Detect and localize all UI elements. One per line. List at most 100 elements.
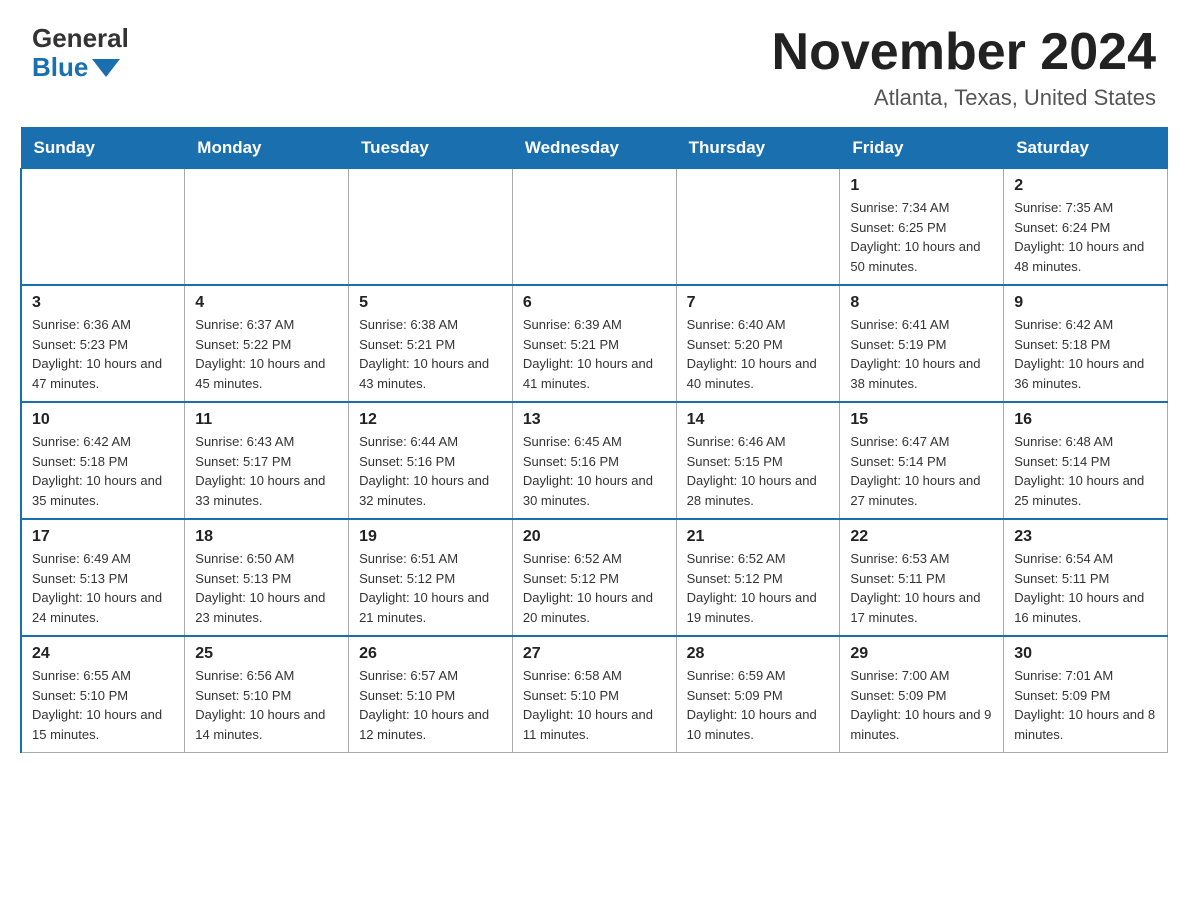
day-info: Sunrise: 6:54 AMSunset: 5:11 PMDaylight:… xyxy=(1014,549,1157,627)
day-number: 20 xyxy=(523,528,666,546)
logo-blue-text: Blue xyxy=(32,53,120,82)
day-info: Sunrise: 6:45 AMSunset: 5:16 PMDaylight:… xyxy=(523,432,666,510)
calendar-cell xyxy=(21,169,185,286)
day-number: 14 xyxy=(687,411,830,429)
calendar-cell: 4Sunrise: 6:37 AMSunset: 5:22 PMDaylight… xyxy=(185,285,349,402)
day-number: 2 xyxy=(1014,177,1157,195)
calendar-week-row: 10 Sunrise: 6:42 AMSunset: 5:18 PMDayligh… xyxy=(21,402,1168,519)
calendar-cell: 1Sunrise: 7:34 AMSunset: 6:25 PMDaylight… xyxy=(840,169,1004,286)
day-info: Sunrise: 6:49 AMSunset: 5:13 PMDaylight:… xyxy=(32,549,174,627)
day-number: 21 xyxy=(687,528,830,546)
day-number: 30 xyxy=(1014,645,1157,663)
calendar-cell xyxy=(185,169,349,286)
day-info: Sunrise: 6:43 AMSunset: 5:17 PMDaylight:… xyxy=(195,432,338,510)
calendar-week-row: 1Sunrise: 7:34 AMSunset: 6:25 PMDaylight… xyxy=(21,169,1168,286)
calendar-cell: 24 Sunrise: 6:55 AMSunset: 5:10 PMDayligh… xyxy=(21,636,185,753)
logo-general-text: General xyxy=(32,24,129,53)
day-info: Sunrise: 6:57 AMSunset: 5:10 PMDaylight:… xyxy=(359,666,502,744)
weekday-header-saturday: Saturday xyxy=(1004,128,1168,169)
day-info: Sunrise: 6:40 AMSunset: 5:20 PMDaylight:… xyxy=(687,315,830,393)
day-info: Sunrise: 6:47 AMSunset: 5:14 PMDaylight:… xyxy=(850,432,993,510)
location-title: Atlanta, Texas, United States xyxy=(772,85,1156,111)
day-info: Sunrise: 6:53 AMSunset: 5:11 PMDaylight:… xyxy=(850,549,993,627)
day-number: 26 xyxy=(359,645,502,663)
day-number: 27 xyxy=(523,645,666,663)
day-info: Sunrise: 6:42 AMSunset: 5:18 PMDaylight:… xyxy=(32,432,174,510)
calendar-cell: 23 Sunrise: 6:54 AMSunset: 5:11 PMDayligh… xyxy=(1004,519,1168,636)
weekday-header-sunday: Sunday xyxy=(21,128,185,169)
day-number: 10 xyxy=(32,411,174,429)
weekday-header-row: SundayMondayTuesdayWednesdayThursdayFrid… xyxy=(21,128,1168,169)
day-info: Sunrise: 6:56 AMSunset: 5:10 PMDaylight:… xyxy=(195,666,338,744)
weekday-header-tuesday: Tuesday xyxy=(349,128,513,169)
day-info: Sunrise: 6:51 AMSunset: 5:12 PMDaylight:… xyxy=(359,549,502,627)
calendar-cell: 13 Sunrise: 6:45 AMSunset: 5:16 PMDayligh… xyxy=(512,402,676,519)
calendar-cell: 29 Sunrise: 7:00 AMSunset: 5:09 PMDayligh… xyxy=(840,636,1004,753)
calendar-cell: 15 Sunrise: 6:47 AMSunset: 5:14 PMDayligh… xyxy=(840,402,1004,519)
title-section: November 2024 Atlanta, Texas, United Sta… xyxy=(772,24,1156,111)
calendar-cell: 7 Sunrise: 6:40 AMSunset: 5:20 PMDaylight… xyxy=(676,285,840,402)
calendar-cell: 19 Sunrise: 6:51 AMSunset: 5:12 PMDayligh… xyxy=(349,519,513,636)
day-number: 11 xyxy=(195,411,338,429)
calendar-cell: 21 Sunrise: 6:52 AMSunset: 5:12 PMDayligh… xyxy=(676,519,840,636)
day-info: Sunrise: 6:50 AMSunset: 5:13 PMDaylight:… xyxy=(195,549,338,627)
day-info: Sunrise: 6:52 AMSunset: 5:12 PMDaylight:… xyxy=(687,549,830,627)
day-number: 12 xyxy=(359,411,502,429)
day-info: Sunrise: 6:59 AMSunset: 5:09 PMDaylight:… xyxy=(687,666,830,744)
day-number: 5 xyxy=(359,294,502,312)
calendar-cell xyxy=(512,169,676,286)
day-number: 7 xyxy=(687,294,830,312)
calendar-cell xyxy=(676,169,840,286)
calendar-cell: 26 Sunrise: 6:57 AMSunset: 5:10 PMDayligh… xyxy=(349,636,513,753)
day-number: 9 xyxy=(1014,294,1157,312)
day-info: Sunrise: 6:37 AMSunset: 5:22 PMDaylight:… xyxy=(195,315,338,393)
day-number: 22 xyxy=(850,528,993,546)
calendar-cell: 17 Sunrise: 6:49 AMSunset: 5:13 PMDayligh… xyxy=(21,519,185,636)
calendar-cell: 30Sunrise: 7:01 AMSunset: 5:09 PMDayligh… xyxy=(1004,636,1168,753)
calendar-cell: 5 Sunrise: 6:38 AMSunset: 5:21 PMDaylight… xyxy=(349,285,513,402)
day-info: Sunrise: 6:55 AMSunset: 5:10 PMDaylight:… xyxy=(32,666,174,744)
day-number: 23 xyxy=(1014,528,1157,546)
weekday-header-wednesday: Wednesday xyxy=(512,128,676,169)
calendar-cell: 9Sunrise: 6:42 AMSunset: 5:18 PMDaylight… xyxy=(1004,285,1168,402)
calendar-cell: 28Sunrise: 6:59 AMSunset: 5:09 PMDayligh… xyxy=(676,636,840,753)
calendar-week-row: 24 Sunrise: 6:55 AMSunset: 5:10 PMDayligh… xyxy=(21,636,1168,753)
day-info: Sunrise: 6:38 AMSunset: 5:21 PMDaylight:… xyxy=(359,315,502,393)
day-number: 29 xyxy=(850,645,993,663)
calendar-week-row: 17 Sunrise: 6:49 AMSunset: 5:13 PMDayligh… xyxy=(21,519,1168,636)
calendar-week-row: 3 Sunrise: 6:36 AMSunset: 5:23 PMDaylight… xyxy=(21,285,1168,402)
day-info: Sunrise: 6:39 AMSunset: 5:21 PMDaylight:… xyxy=(523,315,666,393)
day-info: Sunrise: 6:44 AMSunset: 5:16 PMDaylight:… xyxy=(359,432,502,510)
day-number: 8 xyxy=(850,294,993,312)
calendar-cell: 10 Sunrise: 6:42 AMSunset: 5:18 PMDayligh… xyxy=(21,402,185,519)
day-number: 6 xyxy=(523,294,666,312)
calendar-table: SundayMondayTuesdayWednesdayThursdayFrid… xyxy=(20,127,1168,753)
calendar-cell: 14Sunrise: 6:46 AMSunset: 5:15 PMDayligh… xyxy=(676,402,840,519)
page-header: General Blue November 2024 Atlanta, Texa… xyxy=(0,0,1188,127)
calendar-cell xyxy=(349,169,513,286)
day-info: Sunrise: 6:36 AMSunset: 5:23 PMDaylight:… xyxy=(32,315,174,393)
day-number: 3 xyxy=(32,294,174,312)
month-title: November 2024 xyxy=(772,24,1156,81)
day-number: 17 xyxy=(32,528,174,546)
day-number: 25 xyxy=(195,645,338,663)
day-number: 15 xyxy=(850,411,993,429)
calendar-cell: 8Sunrise: 6:41 AMSunset: 5:19 PMDaylight… xyxy=(840,285,1004,402)
weekday-header-monday: Monday xyxy=(185,128,349,169)
day-number: 13 xyxy=(523,411,666,429)
day-number: 16 xyxy=(1014,411,1157,429)
day-info: Sunrise: 6:52 AMSunset: 5:12 PMDaylight:… xyxy=(523,549,666,627)
calendar-cell: 22 Sunrise: 6:53 AMSunset: 5:11 PMDayligh… xyxy=(840,519,1004,636)
calendar-cell: 25 Sunrise: 6:56 AMSunset: 5:10 PMDayligh… xyxy=(185,636,349,753)
day-info: Sunrise: 7:00 AMSunset: 5:09 PMDaylight:… xyxy=(850,666,993,744)
calendar-cell: 12 Sunrise: 6:44 AMSunset: 5:16 PMDayligh… xyxy=(349,402,513,519)
calendar-cell: 3 Sunrise: 6:36 AMSunset: 5:23 PMDaylight… xyxy=(21,285,185,402)
day-number: 18 xyxy=(195,528,338,546)
calendar-cell: 18 Sunrise: 6:50 AMSunset: 5:13 PMDayligh… xyxy=(185,519,349,636)
logo: General Blue xyxy=(32,24,129,81)
day-number: 19 xyxy=(359,528,502,546)
day-number: 24 xyxy=(32,645,174,663)
calendar-cell: 16Sunrise: 6:48 AMSunset: 5:14 PMDayligh… xyxy=(1004,402,1168,519)
day-info: Sunrise: 6:58 AMSunset: 5:10 PMDaylight:… xyxy=(523,666,666,744)
day-number: 1 xyxy=(850,177,993,195)
